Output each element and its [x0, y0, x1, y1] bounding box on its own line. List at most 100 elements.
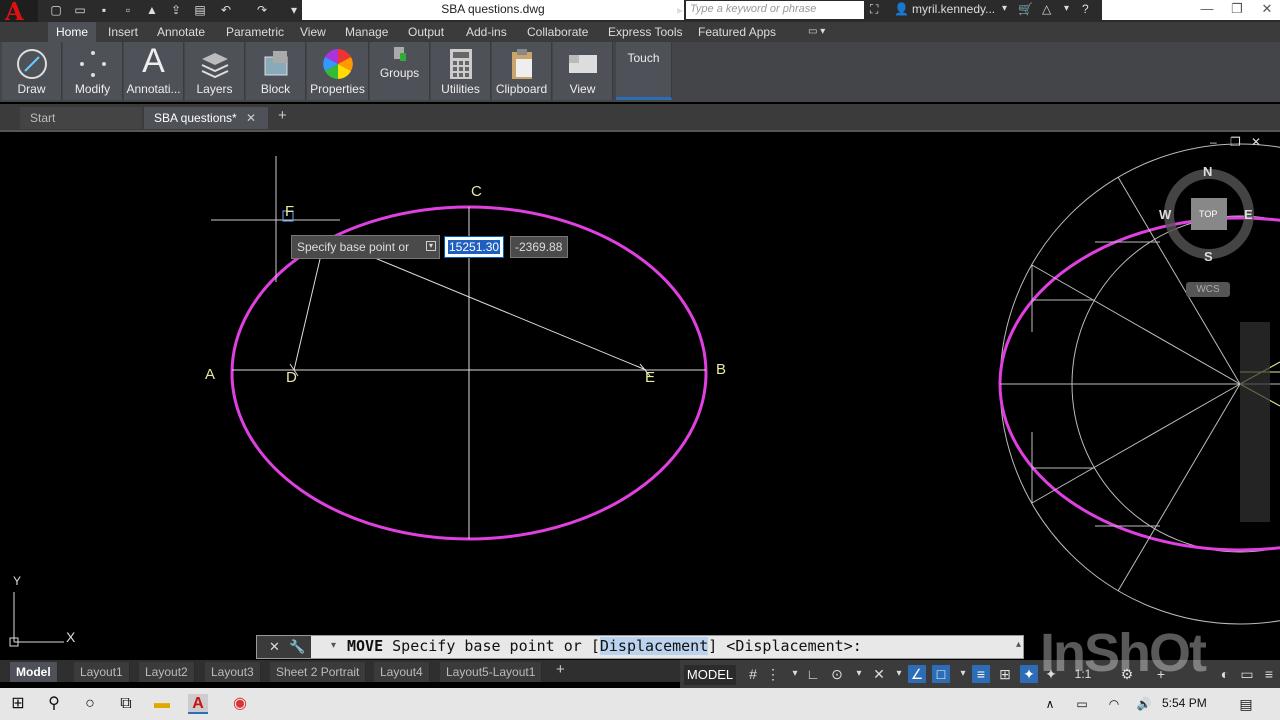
- tab-layout4[interactable]: Layout4: [374, 662, 430, 682]
- viewcube-top-label[interactable]: TOP: [1199, 209, 1217, 219]
- recent-commands-icon[interactable]: ▾: [331, 640, 336, 651]
- a360-icon[interactable]: △: [1042, 0, 1051, 18]
- ribbon-options-icon[interactable]: ▭ ▾: [800, 22, 833, 42]
- command-line[interactable]: ✕ 🔧 ▾ MOVE Specify base point or [Displa…: [256, 635, 1024, 659]
- tab-manage[interactable]: Manage: [337, 22, 396, 42]
- system-clock[interactable]: 5:54 PM: [1162, 696, 1207, 710]
- binoculars-icon[interactable]: ⛶: [870, 0, 878, 18]
- viewcube-north[interactable]: N: [1203, 164, 1212, 179]
- customize-command-line-icon[interactable]: 🔧: [289, 639, 305, 655]
- expand-history-icon[interactable]: ▴: [1016, 639, 1021, 650]
- tab-layout2[interactable]: Layout2: [139, 662, 195, 682]
- isodraft-icon[interactable]: ✕: [870, 665, 888, 683]
- groups-button[interactable]: Groups: [370, 42, 430, 100]
- tab-home[interactable]: Home: [48, 22, 97, 42]
- upload-icon[interactable]: ⇪: [168, 2, 184, 18]
- options-dropdown-icon[interactable]: ▾: [426, 241, 436, 251]
- isolate-objects-icon[interactable]: ◐: [1216, 665, 1234, 683]
- tab-insert[interactable]: Insert: [100, 22, 146, 42]
- cart-icon[interactable]: 🛒: [1018, 0, 1033, 18]
- ortho-icon[interactable]: ∟: [804, 665, 822, 683]
- annotation-button[interactable]: A Annotati...: [124, 42, 184, 100]
- viewport-minimize-icon[interactable]: –: [1210, 135, 1217, 149]
- chrome-icon[interactable]: ◉: [230, 694, 250, 714]
- selection-cycling-icon[interactable]: ⊞: [996, 665, 1014, 683]
- option-displacement[interactable]: Displacement: [599, 637, 709, 655]
- grid-icon[interactable]: #: [744, 665, 762, 683]
- redo-icon[interactable]: ↷: [254, 2, 270, 18]
- tab-start[interactable]: Start: [20, 107, 142, 129]
- viewport-restore-icon[interactable]: ❐: [1230, 135, 1241, 149]
- annotation-visibility-icon[interactable]: ✦: [1020, 665, 1038, 683]
- tab-add-ins[interactable]: Add-ins: [458, 22, 515, 42]
- tab-annotate[interactable]: Annotate: [149, 22, 213, 42]
- dynamic-input-x[interactable]: 15251.30: [444, 236, 504, 258]
- new-tab-icon[interactable]: +: [278, 107, 287, 124]
- user-dropdown-icon[interactable]: ▾: [1002, 0, 1007, 18]
- lineweight-icon[interactable]: ≡: [972, 665, 990, 683]
- tab-sba-questions[interactable]: SBA questions* ✕: [144, 107, 268, 129]
- tab-express-tools[interactable]: Express Tools: [600, 22, 690, 42]
- snap-dropdown-icon[interactable]: ▾: [786, 665, 804, 683]
- snap-icon[interactable]: ⋮: [764, 665, 782, 683]
- task-view-icon[interactable]: ⧉: [116, 694, 136, 714]
- customization-icon[interactable]: ≡: [1260, 665, 1278, 683]
- share-icon[interactable]: ▲: [144, 2, 160, 18]
- help-icon[interactable]: ?: [1082, 0, 1089, 18]
- tab-view[interactable]: View: [292, 22, 334, 42]
- windows-start-icon[interactable]: ⊞: [8, 694, 28, 714]
- polar-dropdown-icon[interactable]: ▾: [850, 665, 868, 683]
- modify-button[interactable]: Modify: [63, 42, 123, 100]
- object-snap-icon[interactable]: □: [932, 665, 950, 683]
- wifi-icon[interactable]: ◠: [1104, 694, 1124, 714]
- show-hidden-icons-icon[interactable]: ∧: [1040, 694, 1060, 714]
- tab-layout1[interactable]: Layout1: [74, 662, 130, 682]
- volume-icon[interactable]: 🔊: [1134, 694, 1154, 714]
- object-snap-tracking-icon[interactable]: ∠: [908, 665, 926, 683]
- viewcube-east[interactable]: E: [1244, 207, 1253, 222]
- view-button[interactable]: View: [553, 42, 613, 100]
- close-tab-icon[interactable]: ✕: [246, 107, 256, 129]
- user-account[interactable]: ⛶ 👤 myril.kennedy... ▾ 🛒 △ ▾ ?: [868, 0, 1102, 20]
- notifications-icon[interactable]: ▤: [1236, 694, 1256, 714]
- close-window-icon[interactable]: ✕: [1252, 0, 1280, 20]
- a360-dropdown-icon[interactable]: ▾: [1064, 0, 1069, 18]
- restore-icon[interactable]: ❐: [1222, 0, 1252, 20]
- polar-icon[interactable]: ⊙: [828, 665, 846, 683]
- tab-collaborate[interactable]: Collaborate: [519, 22, 596, 42]
- properties-button[interactable]: Properties: [307, 42, 369, 100]
- wcs-menu[interactable]: WCS: [1186, 282, 1230, 297]
- save-as-icon[interactable]: ▫: [120, 2, 136, 18]
- viewport-close-icon[interactable]: ✕: [1251, 135, 1261, 149]
- minimize-icon[interactable]: —: [1192, 0, 1222, 20]
- new-file-icon[interactable]: ▢: [48, 2, 64, 18]
- open-file-icon[interactable]: ▭: [72, 2, 88, 18]
- save-icon[interactable]: ▪: [96, 2, 112, 18]
- line-f-e[interactable]: [369, 255, 647, 371]
- undo-icon[interactable]: ↶: [218, 2, 234, 18]
- secondary-drawing[interactable]: [998, 143, 1280, 625]
- draw-button[interactable]: Draw: [2, 42, 62, 100]
- autocad-taskbar-icon[interactable]: A: [188, 694, 208, 714]
- layers-button[interactable]: Layers: [185, 42, 245, 100]
- taskbar-search-icon[interactable]: ⚲: [44, 694, 64, 714]
- file-explorer-icon[interactable]: ▬: [152, 694, 172, 714]
- tab-output[interactable]: Output: [400, 22, 452, 42]
- print-icon[interactable]: ▤: [192, 2, 208, 18]
- tab-featured-apps[interactable]: Featured Apps: [690, 22, 784, 42]
- line-f-d[interactable]: [293, 241, 325, 371]
- user-name[interactable]: myril.kennedy...: [912, 0, 995, 18]
- close-command-line-icon[interactable]: ✕: [269, 639, 280, 655]
- utilities-button[interactable]: Utilities: [431, 42, 491, 100]
- dynamic-input-y[interactable]: -2369.88: [510, 236, 568, 258]
- isodraft-dropdown-icon[interactable]: ▾: [890, 665, 908, 683]
- help-search-input[interactable]: Type a keyword or phrase: [686, 1, 864, 19]
- tab-parametric[interactable]: Parametric: [218, 22, 292, 42]
- customize-quick-access-icon[interactable]: ▾: [286, 2, 302, 18]
- tab-layout3[interactable]: Layout3: [205, 662, 261, 682]
- viewcube-west[interactable]: W: [1159, 207, 1171, 222]
- viewcube-south[interactable]: S: [1204, 249, 1213, 264]
- tab-layout5-layout1[interactable]: Layout5-Layout1: [440, 662, 543, 682]
- tab-sheet-2-portrait[interactable]: Sheet 2 Portrait: [270, 662, 367, 682]
- drawing-canvas[interactable]: A B C D E F Specify base point or ▾ 1525…: [0, 132, 1280, 660]
